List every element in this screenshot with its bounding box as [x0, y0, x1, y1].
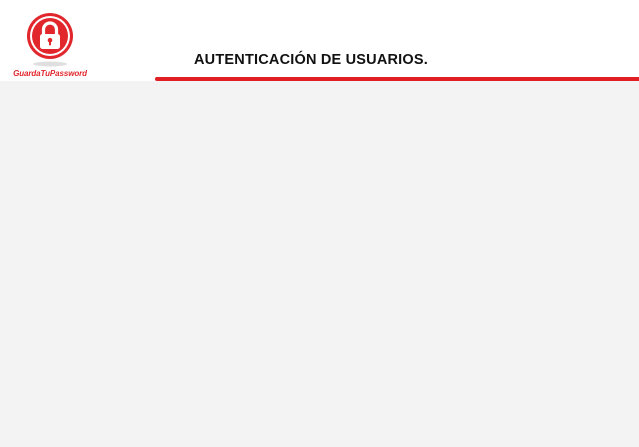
main-content-area [0, 81, 639, 447]
page: GuardaTuPassword AUTENTICACIÓN DE USUARI… [0, 0, 639, 447]
header: GuardaTuPassword AUTENTICACIÓN DE USUARI… [0, 0, 639, 81]
lock-icon [27, 13, 73, 67]
brand-logo[interactable]: GuardaTuPassword [10, 12, 90, 80]
page-title: AUTENTICACIÓN DE USUARIOS. [194, 52, 428, 68]
brand-name: GuardaTuPassword [13, 69, 87, 78]
